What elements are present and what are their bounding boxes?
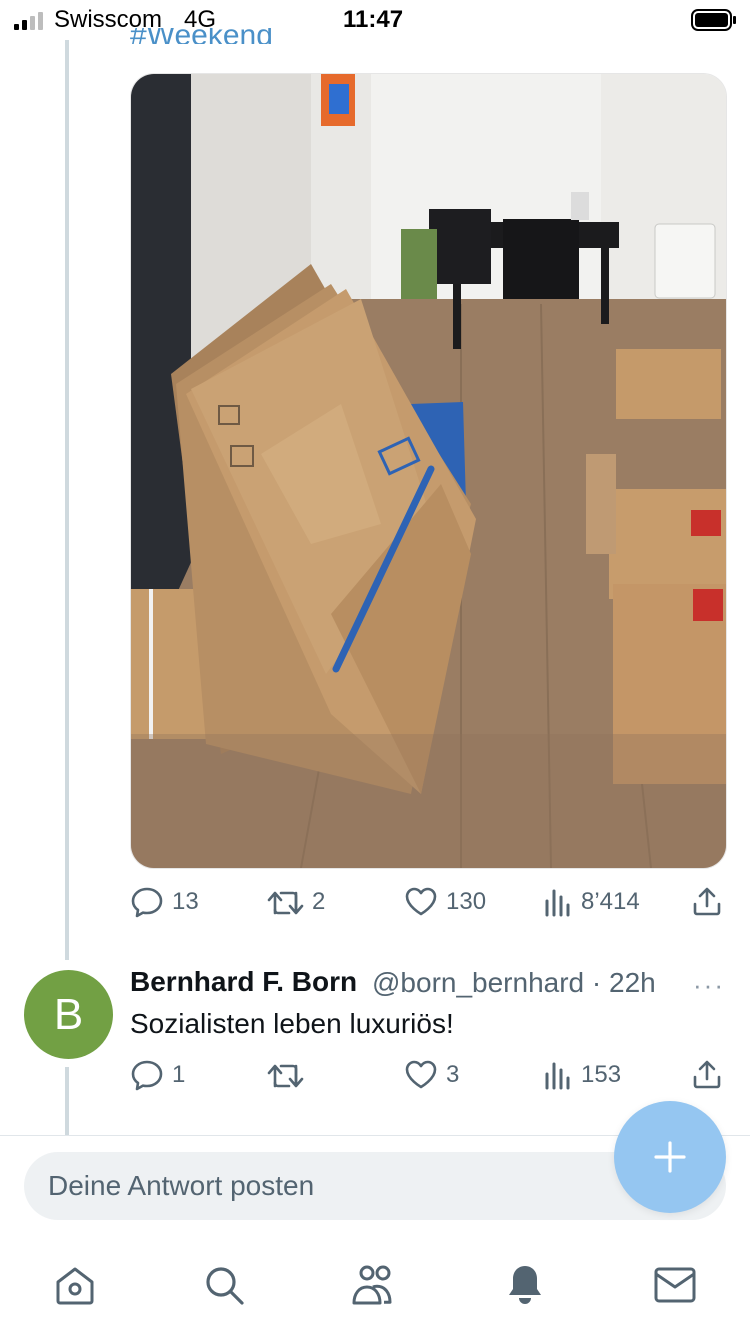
search-icon[interactable] bbox=[203, 1264, 245, 1306]
status-time: 11:47 bbox=[343, 6, 404, 33]
reply-count: 13 bbox=[172, 888, 199, 915]
reply-action[interactable]: 1 bbox=[130, 1059, 185, 1091]
signal-icon bbox=[14, 12, 43, 30]
plus-icon bbox=[654, 1141, 686, 1173]
views-action[interactable]: 153 bbox=[543, 1059, 621, 1091]
home-icon[interactable] bbox=[54, 1264, 96, 1306]
heart-icon bbox=[405, 1060, 437, 1089]
retweet-action[interactable] bbox=[266, 1059, 312, 1091]
reply-icon bbox=[131, 887, 163, 918]
notifications-icon[interactable] bbox=[504, 1262, 546, 1306]
reply-action[interactable]: 13 bbox=[130, 886, 199, 918]
reply-count: 1 bbox=[172, 1061, 186, 1088]
like-action[interactable]: 3 bbox=[404, 1059, 459, 1091]
retweet-icon bbox=[267, 886, 304, 918]
avatar-letter: B bbox=[53, 989, 84, 1039]
reply-icon bbox=[131, 1060, 163, 1091]
share-action[interactable] bbox=[691, 886, 723, 918]
communities-icon[interactable] bbox=[351, 1264, 399, 1306]
views-chart-icon bbox=[545, 1062, 570, 1090]
views-count: 8’414 bbox=[581, 888, 640, 915]
messages-icon[interactable] bbox=[653, 1266, 697, 1304]
share-icon bbox=[693, 887, 721, 916]
more-options-icon[interactable]: ··· bbox=[693, 970, 725, 1001]
like-count: 3 bbox=[446, 1061, 460, 1088]
tweet-photo-image bbox=[131, 74, 726, 868]
share-action[interactable] bbox=[691, 1059, 723, 1091]
avatar[interactable]: B bbox=[24, 970, 113, 1059]
views-chart-icon bbox=[545, 889, 570, 917]
heart-icon bbox=[405, 887, 437, 916]
hashtag-link[interactable]: #Weekend bbox=[130, 28, 273, 44]
retweet-count: 2 bbox=[312, 888, 326, 915]
author-handle-time[interactable]: @born_bernhard · 22h bbox=[372, 967, 656, 999]
like-count: 130 bbox=[446, 888, 487, 915]
views-action[interactable]: 8’414 bbox=[543, 886, 640, 918]
like-action[interactable]: 130 bbox=[404, 886, 486, 918]
views-count: 153 bbox=[581, 1061, 622, 1088]
battery-icon bbox=[691, 9, 736, 31]
reply-input-placeholder[interactable]: Deine Antwort posten bbox=[48, 1170, 314, 1202]
thread-line-below bbox=[65, 1067, 69, 1135]
retweet-icon bbox=[267, 1064, 304, 1088]
author-name[interactable]: Bernhard F. Born bbox=[130, 966, 357, 998]
compose-button[interactable] bbox=[614, 1101, 726, 1213]
tweet-photo[interactable] bbox=[130, 73, 727, 869]
tweet-text: Sozialisten leben luxuriös! bbox=[130, 1008, 454, 1039]
retweet-action[interactable]: 2 bbox=[266, 886, 325, 918]
thread-line bbox=[65, 40, 69, 960]
share-icon bbox=[693, 1060, 721, 1089]
